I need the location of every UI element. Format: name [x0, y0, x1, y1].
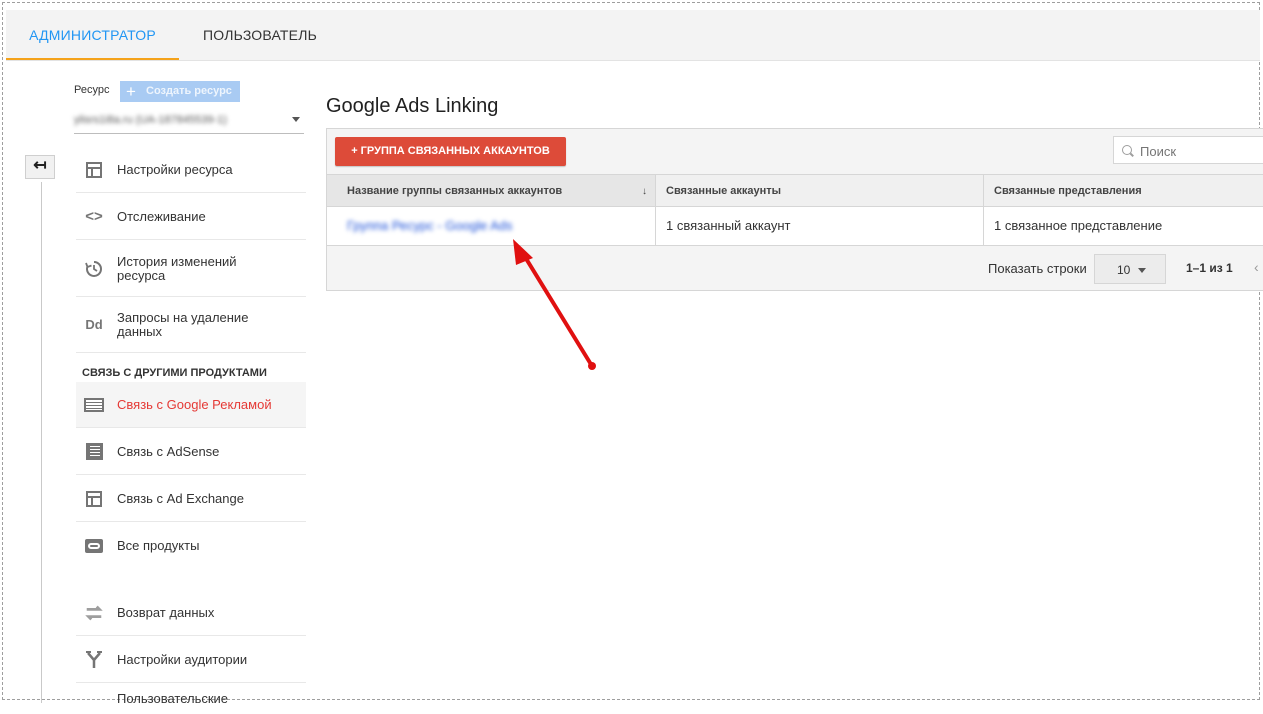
dropdown-arrow-icon [1138, 268, 1146, 273]
previous-page-button[interactable]: ‹ [1254, 259, 1259, 275]
table-cell-linked-accounts: 1 связанный аккаунт [655, 207, 983, 246]
sidebar-item-label: Настройки аудитории [117, 651, 248, 667]
tab-user[interactable]: ПОЛЬЗОВАТЕЛЬ [203, 10, 317, 60]
sidebar-item-adsense-linking[interactable]: Связь с AdSense [76, 429, 306, 475]
tab-administrator[interactable]: АДМИНИСТРАТОР [6, 10, 179, 60]
custom-icon [84, 688, 104, 708]
resource-select[interactable]: ylisrs1i8a.ru (UA-187845539-1) [74, 108, 304, 134]
sidebar-item-resource-settings[interactable]: Настройки ресурса [76, 147, 306, 193]
sidebar-item-custom[interactable]: Пользовательские [76, 684, 306, 714]
sidebar-item-ad-exchange-linking[interactable]: Связь с Ad Exchange [76, 476, 306, 522]
sidebar-item-label: Возврат данных [117, 604, 215, 620]
add-link-group-button[interactable]: + ГРУППА СВЯЗАННЫХ АККАУНТОВ [335, 137, 566, 166]
layout-icon [84, 489, 104, 509]
table-cell-group-name: Группа Ресурс - Google Ads [327, 207, 655, 246]
collapse-sidebar-button[interactable]: ↤ [25, 155, 55, 179]
code-icon: <> [85, 208, 103, 225]
top-tab-bar: АДМИНИСТРАТОР ПОЛЬЗОВАТЕЛЬ [6, 10, 1260, 61]
column-header-linked-views[interactable]: Связанные представления [983, 174, 1263, 207]
dropdown-arrow-icon [292, 117, 300, 122]
sidebar-item-change-history[interactable]: История изменений ресурса [76, 241, 306, 297]
ads-list-icon [84, 395, 104, 415]
rows-per-page-select[interactable]: 10 [1094, 254, 1166, 284]
create-resource-button[interactable]: + Создать ресурс [120, 81, 240, 102]
table-cell-linked-views: 1 связанное представление [983, 207, 1263, 246]
column-header-linked-accounts[interactable]: Связанные аккаунты [655, 174, 983, 207]
resource-label: Ресурс [74, 84, 110, 96]
sidebar-item-label: Связь с Google Рекламой [117, 396, 272, 412]
sidebar-item-label: История изменений ресурса [117, 253, 237, 283]
sidebar-item-deletion-requests[interactable]: Dd Запросы на удаление данных [76, 297, 306, 353]
create-resource-label: Создать ресурс [146, 85, 232, 97]
rows-per-page-label: Показать строки [988, 261, 1087, 276]
history-icon [84, 259, 104, 279]
rows-per-page-value: 10 [1117, 263, 1131, 277]
layout-icon [84, 160, 104, 180]
column-header-group-name[interactable]: Название группы связанных аккаунтов ↓ [327, 174, 655, 207]
link-icon [84, 536, 104, 556]
sidebar-item-label: Запросы на удаление данных [117, 309, 249, 339]
search-input[interactable] [1138, 141, 1262, 161]
page-title: Google Ads Linking [326, 95, 499, 117]
sort-arrow-icon: ↓ [642, 186, 647, 197]
sidebar-item-data-import[interactable]: Возврат данных [76, 590, 306, 636]
link-group-link[interactable]: Группа Ресурс - Google Ads [347, 218, 513, 233]
search-box[interactable] [1113, 136, 1263, 164]
search-icon [1122, 145, 1132, 155]
sidebar-item-label: Связь с Ad Exchange [117, 490, 244, 506]
column-header-label: Название группы связанных аккаунтов [347, 185, 563, 197]
sidebar-item-all-products[interactable]: Все продукты [76, 523, 306, 569]
section-title-product-linking: СВЯЗЬ С ДРУГИМИ ПРОДУКТАМИ [82, 367, 267, 379]
sidebar-item-label: Все продукты [117, 538, 200, 553]
sidebar-item-tracking[interactable]: <> Отслеживание [76, 194, 306, 240]
swap-icon [84, 603, 104, 623]
sidebar-item-google-ads-linking[interactable]: Связь с Google Рекламой [76, 382, 306, 428]
resource-select-value: ylisrs1i8a.ru (UA-187845539-1) [74, 114, 227, 126]
fork-icon [84, 650, 104, 670]
sidebar-item-label: Пользовательские [117, 691, 229, 706]
sidebar-item-label: Отслеживание [117, 208, 206, 224]
adsense-icon [84, 442, 104, 462]
pagination-range: 1–1 из 1 [1186, 261, 1233, 275]
sidebar-item-label: Связь с AdSense [117, 443, 220, 459]
sidebar-item-label: Настройки ресурса [117, 161, 233, 177]
sidebar-divider-line [41, 182, 42, 703]
sidebar-item-audience-settings[interactable]: Настройки аудитории [76, 637, 306, 683]
dd-icon: Dd [85, 317, 103, 332]
plus-icon: + [126, 82, 136, 101]
